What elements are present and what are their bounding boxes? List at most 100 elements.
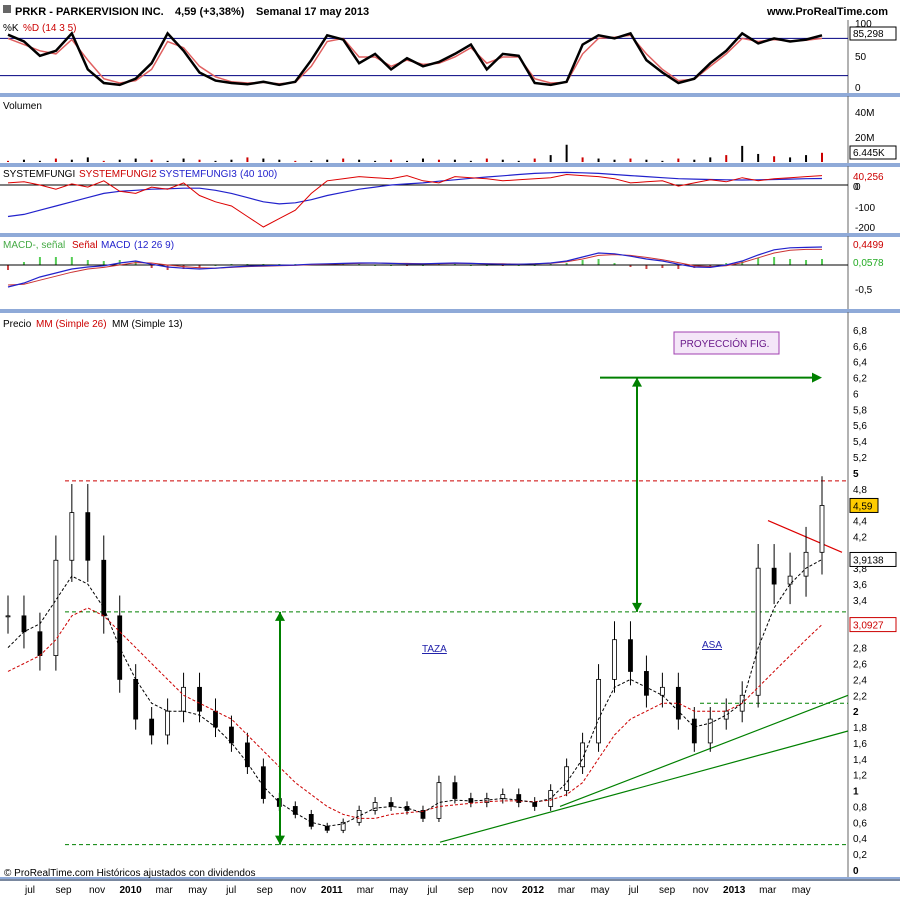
candle-body: [803, 551, 809, 577]
price-tick: 6,2: [853, 374, 867, 385]
price-tick: 5,2: [853, 453, 867, 464]
price-tick: 1,6: [853, 739, 867, 750]
macd-hist-bar: [597, 259, 600, 265]
macd-hist-bar: [38, 257, 41, 265]
macd-hist-bar: [7, 265, 9, 270]
price-tick: 5,8: [853, 405, 867, 416]
panel-separator: [0, 93, 900, 97]
x-tick: jul: [426, 885, 437, 896]
system-title-3: SYSTEMFUNGI3: [159, 169, 237, 180]
macd-hist-bar: [54, 257, 57, 265]
price-title-2: MM (Simple 26): [36, 319, 107, 330]
macd-hist-bar: [677, 265, 680, 269]
volume-bar: [741, 145, 744, 162]
price-tick: 0,2: [853, 850, 867, 861]
candle-body: [612, 639, 617, 680]
system-title-1: SYSTEMFUNGI: [3, 169, 75, 180]
macd-hist-bar: [805, 260, 808, 265]
volume-title: Volumen: [3, 101, 42, 112]
candle-body: [229, 726, 234, 744]
volume-bar: [645, 159, 648, 162]
volume-bar: [421, 158, 424, 162]
volume-tick: 40M: [855, 108, 874, 119]
price-tick: 2,6: [853, 660, 867, 671]
x-tick: nov: [491, 885, 507, 896]
candle-body: [388, 802, 394, 807]
x-tick: mar: [558, 885, 576, 896]
mm26-value: 3,0927: [853, 621, 884, 632]
system-red-line: [7, 173, 823, 228]
volume-bar: [54, 158, 57, 162]
macd-hist-bar: [70, 257, 73, 265]
label-asa: ASA: [702, 640, 722, 651]
volume-value: 6.445K: [853, 148, 885, 159]
projection-arrow-head-top: [632, 377, 642, 387]
chart-svg: PRKR - PARKERVISION INC. 4,59 (+3,38%) S…: [0, 0, 900, 896]
stoch-title-d: %D: [23, 23, 39, 34]
price-tick: 2,8: [853, 644, 867, 655]
x-tick: 2010: [119, 885, 142, 896]
system-title-2: SYSTEMFUNGI2: [79, 169, 157, 180]
instrument-icon: [3, 5, 11, 13]
x-tick: jul: [225, 885, 236, 896]
candle-body: [628, 639, 633, 672]
x-tick: mar: [759, 885, 777, 896]
price-tick: 4,8: [853, 485, 867, 496]
price-tick: 5,6: [853, 421, 867, 432]
volume-bar: [102, 160, 105, 162]
macd-value-1: 0,4499: [853, 240, 884, 251]
volume-bar: [182, 158, 185, 162]
x-tick: jul: [24, 885, 35, 896]
volume-bar: [294, 160, 297, 162]
x-tick: 2012: [522, 885, 545, 896]
candle-body: [500, 794, 506, 799]
system-tick: -100: [855, 203, 875, 214]
price-tick: 5: [853, 469, 859, 480]
x-tick: nov: [290, 885, 306, 896]
x-tick: nov: [89, 885, 105, 896]
price-tick: 1,8: [853, 723, 867, 734]
x-tick: 2013: [723, 885, 746, 896]
price-title-3: MM (Simple 13): [112, 319, 183, 330]
x-tick: may: [591, 885, 610, 896]
volume-bar: [661, 160, 664, 162]
volume-bar: [166, 160, 169, 162]
volume-bar: [501, 159, 504, 162]
volume-bar: [7, 160, 9, 162]
panel-separator: [0, 309, 900, 313]
macd-title-1: MACD-, señal: [3, 240, 65, 251]
candle-body: [101, 559, 107, 617]
macd-hist-bar: [581, 260, 584, 265]
candle-body: [85, 512, 91, 561]
candle-body: [564, 766, 570, 791]
x-tick: mar: [357, 885, 375, 896]
macd-params: (12 26 9): [134, 240, 174, 251]
volume-bar: [374, 160, 377, 162]
candle-body: [723, 710, 729, 720]
volume-tick: 20M: [855, 133, 874, 144]
macd-hist-bar: [102, 261, 105, 265]
stoch-value: 85,298: [853, 29, 884, 40]
candle-body: [819, 505, 825, 553]
macd-title-3: MACD: [101, 240, 130, 251]
stoch-d-line: [7, 34, 823, 85]
price-tick: 6,4: [853, 358, 867, 369]
candle-body: [659, 686, 665, 696]
price-tick: 4,2: [853, 532, 867, 543]
price-title-1: Precio: [3, 319, 32, 330]
macd-tick: -0,5: [855, 285, 873, 296]
label-taza: TAZA: [422, 644, 447, 655]
mm26-line: [7, 607, 823, 819]
volume-bar: [805, 155, 808, 162]
volume-bar: [549, 155, 552, 162]
volume-bar: [278, 159, 281, 162]
price-tick: 0,4: [853, 834, 867, 845]
volume-bar: [469, 160, 472, 162]
volume-bar: [310, 160, 313, 162]
macd-hist-bar: [757, 258, 760, 265]
site-text[interactable]: www.ProRealTime.com: [766, 6, 888, 18]
x-tick: mar: [156, 885, 174, 896]
x-tick: sep: [257, 885, 274, 896]
stoch-tick: 0: [855, 83, 861, 94]
candle-body: [644, 671, 649, 696]
